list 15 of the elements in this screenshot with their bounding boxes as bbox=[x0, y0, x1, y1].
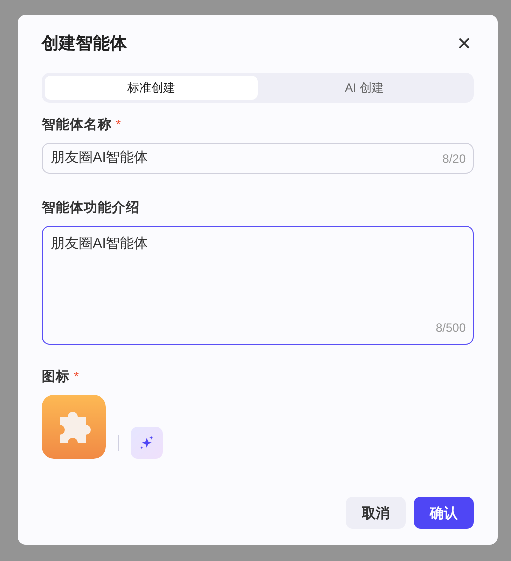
sparkle-icon bbox=[140, 436, 154, 450]
dialog-title: 创建智能体 bbox=[42, 33, 127, 55]
ai-generate-button[interactable] bbox=[131, 427, 163, 460]
confirm-button[interactable]: 确认 bbox=[414, 497, 474, 529]
close-button[interactable]: ✕ bbox=[454, 34, 474, 53]
field-label: 图标 bbox=[42, 368, 70, 386]
character-counter: 8/500 bbox=[436, 320, 466, 337]
tab[interactable]: 标准创建 bbox=[45, 76, 258, 100]
cancel-button[interactable]: 取消 bbox=[346, 497, 406, 529]
field-label: 智能体功能介绍 bbox=[42, 198, 140, 217]
tab[interactable]: AI 创建 bbox=[258, 76, 471, 100]
character-counter: 8/20 bbox=[442, 150, 466, 168]
field-label: 智能体名称 bbox=[42, 116, 112, 134]
required-mark: * bbox=[74, 368, 80, 386]
required-mark: * bbox=[116, 116, 122, 134]
